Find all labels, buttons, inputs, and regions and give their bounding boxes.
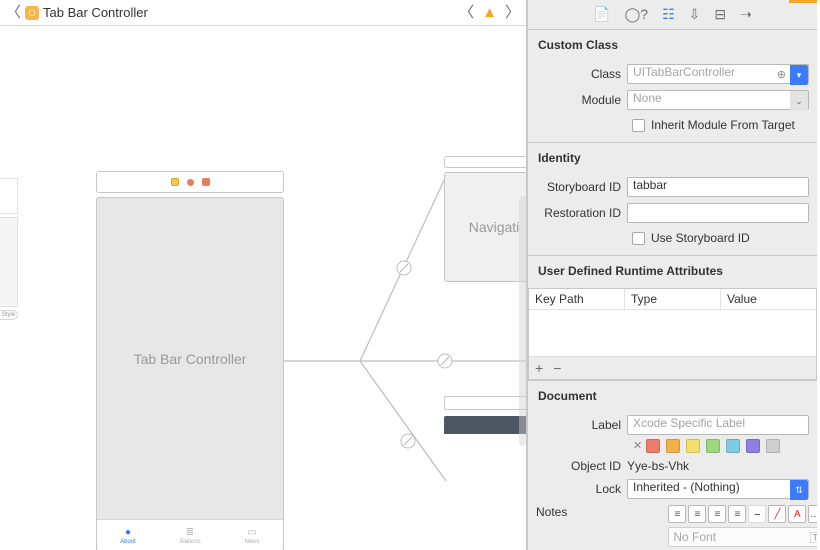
partial-scene-node[interactable]: [444, 396, 526, 434]
tab-item-about[interactable]: ● About: [97, 520, 159, 550]
use-storyboard-label: Use Storyboard ID: [651, 231, 750, 245]
separator: ⎯: [748, 505, 766, 523]
text-color-icon[interactable]: ╱: [768, 505, 786, 523]
history-forward-icon[interactable]: 〉: [505, 5, 520, 20]
canvas-area[interactable]: Style Tab: [0, 26, 526, 550]
document-section: Document Label Xcode Specific Label ✕ Ob…: [528, 381, 817, 550]
col-type[interactable]: Type: [625, 289, 721, 309]
doc-label-field[interactable]: Xcode Specific Label: [627, 415, 809, 435]
offscreen-node-fragment: Style: [0, 178, 18, 320]
align-justify-icon[interactable]: ≡: [728, 505, 746, 523]
inherit-module-label: Inherit Module From Target: [651, 118, 795, 132]
connections-inspector-icon[interactable]: ➝: [740, 6, 752, 23]
scene-icon: ◻: [25, 6, 39, 20]
bg-color-icon[interactable]: A: [788, 505, 806, 523]
class-label: Class: [536, 67, 621, 81]
custom-class-section: Custom Class Class UITabBarController ⊕ …: [528, 30, 817, 143]
col-keypath[interactable]: Key Path: [529, 289, 625, 309]
file-inspector-icon[interactable]: 📄: [593, 6, 610, 23]
inspector-panel: 📄 ◯? ☷ ⇩ ⊟ ➝ Custom Class Class UITabBar…: [527, 0, 817, 550]
exit-icon[interactable]: [187, 179, 194, 186]
tab-item-stations[interactable]: ≣ Slations: [159, 520, 221, 550]
label-color-swatches: ✕: [633, 439, 809, 453]
remove-row-icon[interactable]: −: [553, 360, 561, 376]
tab-bar-controller-node[interactable]: Tab Bar Controller ● About ≣ Slations ▭: [96, 171, 284, 550]
clear-swatch[interactable]: ✕: [633, 439, 642, 453]
swatch[interactable]: [746, 439, 760, 453]
add-row-icon[interactable]: +: [535, 360, 543, 376]
section-title: Identity: [536, 149, 809, 171]
swatch[interactable]: [666, 439, 680, 453]
module-field[interactable]: None ⌄: [627, 90, 809, 110]
notes-label: Notes: [536, 505, 567, 519]
jump-bar: 〈 ◻ Tab Bar Controller 〈 ▲ 〉: [0, 0, 526, 26]
identity-section: Identity Storyboard ID tabbar Restoratio…: [528, 143, 817, 256]
use-storyboard-checkbox[interactable]: [632, 232, 645, 245]
clear-icon[interactable]: ⊕: [777, 68, 786, 81]
chevron-down-icon[interactable]: ⌄: [790, 91, 808, 111]
swatch[interactable]: [646, 439, 660, 453]
swatch[interactable]: [686, 439, 700, 453]
section-title: User Defined Runtime Attributes: [536, 262, 809, 284]
notes-toolbar: ≡ ≡ ≡ ≡ ⎯ ╱ A …▾: [668, 505, 820, 523]
chevron-down-icon[interactable]: ▾: [790, 65, 808, 85]
storyboard-canvas[interactable]: 〈 ◻ Tab Bar Controller 〈 ▲ 〉 Style: [0, 0, 527, 550]
doc-label-label: Label: [536, 418, 621, 432]
object-id-value: Yye-bs-Vhk: [627, 459, 689, 473]
tab-item-news[interactable]: ▭ News: [221, 520, 283, 550]
swatch[interactable]: [706, 439, 720, 453]
jump-bar-title[interactable]: Tab Bar Controller: [43, 5, 148, 20]
swatch[interactable]: [766, 439, 780, 453]
font-field[interactable]: No Font 🅃: [668, 527, 820, 547]
view-controller-icon[interactable]: [202, 178, 210, 186]
restoration-id-label: Restoration ID: [536, 206, 621, 220]
class-field[interactable]: UITabBarController ⊕ ▾: [627, 64, 809, 84]
udra-section: User Defined Runtime Attributes Key Path…: [528, 256, 817, 381]
restoration-id-field[interactable]: [627, 203, 809, 223]
swatch[interactable]: [726, 439, 740, 453]
tbc-title: Tab Bar Controller: [97, 198, 283, 519]
accent-strip: [789, 0, 817, 3]
inspector-tabs: 📄 ◯? ☷ ⇩ ⊟ ➝: [528, 0, 817, 30]
udra-table[interactable]: Key Path Type Value + −: [528, 288, 817, 380]
tab-icon: ▭: [247, 527, 256, 538]
first-responder-icon[interactable]: [171, 178, 179, 186]
lock-select[interactable]: Inherited - (Nothing) ⇅: [627, 479, 809, 499]
section-title: Document: [536, 387, 809, 409]
scene-dock[interactable]: [96, 171, 284, 193]
updown-icon[interactable]: ⇅: [790, 480, 808, 500]
warning-icon[interactable]: ▲: [482, 5, 497, 20]
tab-icon: ≣: [186, 527, 194, 538]
size-inspector-icon[interactable]: ⊟: [714, 6, 726, 23]
align-left-icon[interactable]: ≡: [668, 505, 686, 523]
col-value[interactable]: Value: [721, 289, 816, 309]
scrollbar[interactable]: [519, 196, 526, 446]
align-right-icon[interactable]: ≡: [708, 505, 726, 523]
storyboard-id-field[interactable]: tabbar: [627, 177, 809, 197]
history-back-icon[interactable]: 〈: [459, 5, 474, 20]
nav-title: Navigati: [445, 173, 526, 281]
module-label: Module: [536, 93, 621, 107]
inherit-module-checkbox[interactable]: [632, 119, 645, 132]
navigation-controller-node[interactable]: Navigati: [444, 156, 526, 282]
align-center-icon[interactable]: ≡: [688, 505, 706, 523]
identity-inspector-icon[interactable]: ☷: [662, 6, 675, 23]
tab-icon: ●: [125, 527, 131, 538]
storyboard-id-label: Storyboard ID: [536, 180, 621, 194]
help-inspector-icon[interactable]: ◯?: [625, 6, 648, 23]
section-title: Custom Class: [536, 36, 809, 58]
attributes-inspector-icon[interactable]: ⇩: [689, 6, 701, 23]
object-id-label: Object ID: [536, 459, 621, 473]
tab-bar: ● About ≣ Slations ▭ News: [97, 519, 283, 550]
lock-label: Lock: [536, 482, 621, 496]
chevron-left-icon[interactable]: 〈: [6, 5, 21, 20]
